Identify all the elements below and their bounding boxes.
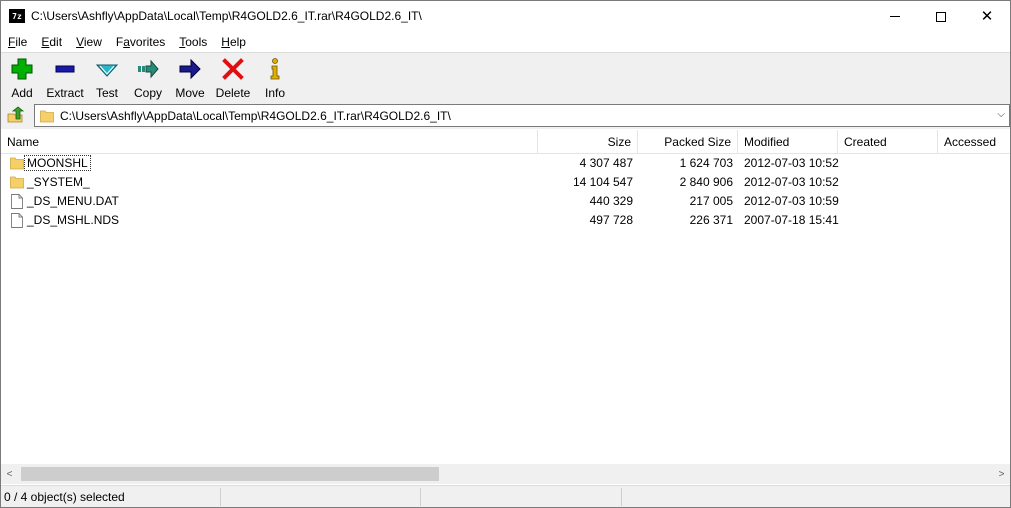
minimize-icon [890,16,900,17]
copy-button[interactable]: Copy [127,53,169,101]
copy-label: Copy [133,86,162,100]
up-folder-icon [7,106,25,123]
delete-label: Delete [215,86,251,100]
menu-tools[interactable]: Tools [172,32,214,52]
chevron-down-icon[interactable]: ⌵ [997,109,1005,120]
delete-icon [222,58,244,80]
menu-help[interactable]: Help [214,32,253,52]
close-button[interactable]: ✕ [964,1,1010,32]
file-packed-size: 2 840 906 [679,175,733,189]
menu-favorites-label: Favorites [115,35,166,49]
folder-icon [10,176,24,189]
file-packed-size: 226 371 [689,213,733,227]
add-button[interactable]: Add [1,53,43,101]
chevron-left-icon: < [6,468,13,480]
status-bar: 0 / 4 object(s) selected [1,485,1010,507]
list-header: Name Size Packed Size Modified Created A… [1,130,1010,154]
scroll-right-button[interactable]: > [993,464,1010,484]
file-name: _DS_MSHL.NDS [27,213,120,227]
column-header-size[interactable]: Size [538,130,638,154]
file-name: _SYSTEM_ [27,175,90,189]
info-label: Info [264,86,285,100]
folder-icon [10,157,24,170]
scroll-left-button[interactable]: < [1,464,18,484]
chevron-right-icon: > [998,468,1005,480]
address-input[interactable]: C:\Users\Ashfly\AppData\Local\Temp\R4GOL… [34,104,1010,127]
add-icon [11,58,33,80]
menu-file-label: File [8,35,28,49]
address-row: C:\Users\Ashfly\AppData\Local\Temp\R4GOL… [1,101,1010,129]
column-header-packed-size[interactable]: Packed Size [638,130,738,154]
app-window: 7z C:\Users\Ashfly\AppData\Local\Temp\R4… [0,0,1011,508]
test-button[interactable]: Test [87,53,127,101]
menu-file[interactable]: File [1,32,34,52]
window-title: C:\Users\Ashfly\AppData\Local\Temp\R4GOL… [31,9,422,23]
table-row[interactable]: MOONSHL 4 307 487 1 624 703 2012-07-03 1… [1,154,1010,173]
move-button[interactable]: Move [169,53,211,101]
maximize-icon [936,11,946,22]
info-icon [270,58,280,80]
menu-view[interactable]: View [69,32,109,52]
maximize-button[interactable] [918,1,964,32]
file-modified: 2012-07-03 10:52 [744,156,839,170]
file-icon [11,194,23,209]
toolbar: Add Extract Test Copy Move Delete Info [1,52,1010,101]
file-icon [11,213,23,228]
add-label: Add [11,86,33,100]
table-row[interactable]: _DS_MENU.DAT 440 329 217 005 2012-07-03 … [1,192,1010,211]
status-size [222,488,421,506]
menu-tools-label: Tools [179,35,208,49]
test-icon [95,64,119,77]
column-header-modified[interactable]: Modified [738,130,838,154]
minimize-button[interactable] [872,1,918,32]
file-modified: 2012-07-03 10:52 [744,175,839,189]
extract-button[interactable]: Extract [43,53,87,101]
status-selection: 0 / 4 object(s) selected [1,488,221,506]
scrollbar-thumb[interactable] [21,467,439,481]
file-size: 497 728 [589,213,633,227]
menu-bar: File Edit View Favorites Tools Help [1,32,1010,52]
file-packed-size: 217 005 [689,194,733,208]
copy-icon [138,59,159,79]
menu-help-label: Help [221,35,246,49]
menu-view-label: View [76,35,102,49]
file-modified: 2012-07-03 10:59 [744,194,839,208]
file-list[interactable]: Name Size Packed Size Modified Created A… [1,130,1010,464]
table-row[interactable]: _SYSTEM_ 14 104 547 2 840 906 2012-07-03… [1,173,1010,192]
horizontal-scrollbar[interactable]: < > [1,464,1010,484]
column-header-created[interactable]: Created [838,130,938,154]
info-button[interactable]: Info [255,53,295,101]
file-name: _DS_MENU.DAT [27,194,119,208]
up-folder-button[interactable] [5,105,27,125]
address-path: C:\Users\Ashfly\AppData\Local\Temp\R4GOL… [60,109,451,123]
file-name: MOONSHL [24,155,91,171]
file-size: 4 307 487 [579,156,633,170]
column-header-accessed[interactable]: Accessed [938,130,1010,154]
table-row[interactable]: _DS_MSHL.NDS 497 728 226 371 2007-07-18 … [1,211,1010,230]
status-modified [422,488,622,506]
title-bar[interactable]: 7z C:\Users\Ashfly\AppData\Local\Temp\R4… [1,1,1010,32]
menu-edit-label: Edit [41,35,63,49]
file-size: 14 104 547 [572,175,633,189]
file-modified: 2007-07-18 15:41 [744,213,839,227]
folder-icon [40,110,54,123]
move-icon [179,58,201,80]
delete-button[interactable]: Delete [211,53,255,101]
7zip-app-icon[interactable]: 7z [9,9,25,23]
file-size: 440 329 [589,194,633,208]
menu-edit[interactable]: Edit [34,32,69,52]
extract-icon [55,65,75,73]
menu-favorites[interactable]: Favorites [109,32,172,52]
close-icon: ✕ [980,7,994,25]
file-packed-size: 1 624 703 [679,156,733,170]
column-header-name[interactable]: Name [1,130,538,154]
move-label: Move [175,86,205,100]
test-label: Test [95,86,118,100]
extract-label: Extract [46,86,84,100]
